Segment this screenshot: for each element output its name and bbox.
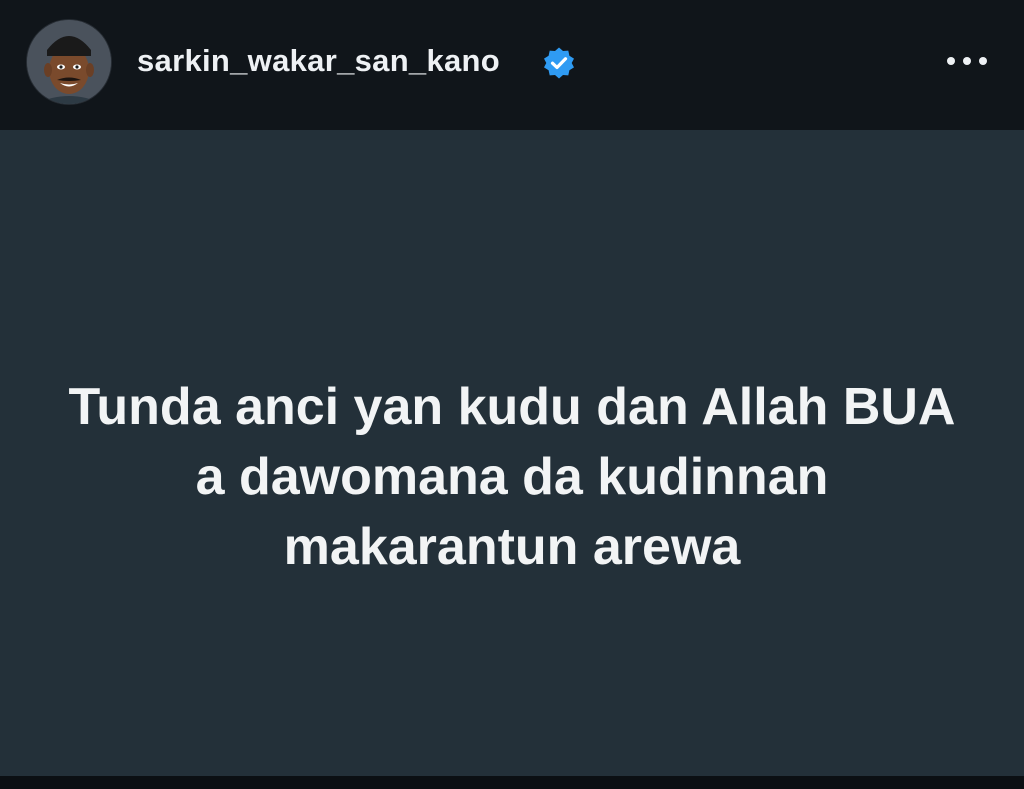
avatar-icon <box>27 20 111 104</box>
post-text-line: makarantun arewa <box>283 518 741 576</box>
post-text-line: a dawomana da kudinnan <box>195 448 829 506</box>
post-text: Tunda anci yan kudu dan Allah BUA a dawo… <box>0 372 1024 582</box>
username[interactable]: sarkin_wakar_san_kano <box>137 40 500 82</box>
post-header: sarkin_wakar_san_kano <box>0 0 1024 130</box>
more-options-icon[interactable] <box>940 44 994 78</box>
post-text-line: Tunda anci yan kudu dan Allah BUA <box>68 378 956 436</box>
bottom-divider <box>0 776 1024 789</box>
profile-avatar[interactable] <box>27 20 111 104</box>
verified-badge-icon <box>544 47 574 79</box>
post-content: Tunda anci yan kudu dan Allah BUA a dawo… <box>0 130 1024 776</box>
